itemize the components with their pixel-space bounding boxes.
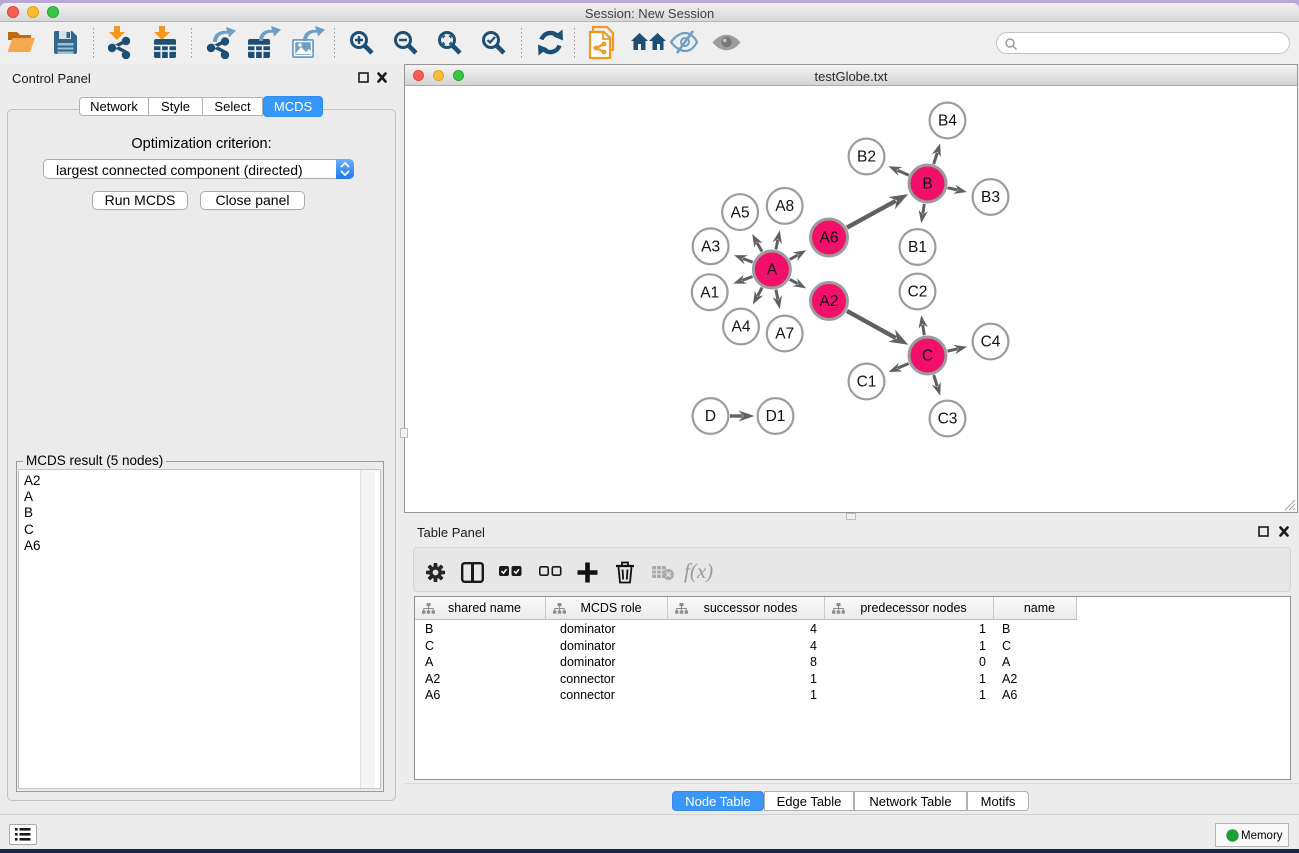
svg-text:B1: B1 [908, 239, 927, 256]
svg-text:A5: A5 [731, 204, 750, 221]
svg-text:C2: C2 [908, 284, 928, 301]
svg-text:B4: B4 [938, 113, 957, 130]
svg-text:C4: C4 [981, 334, 1001, 351]
svg-text:A: A [767, 262, 778, 279]
svg-text:A4: A4 [732, 319, 751, 336]
svg-text:A8: A8 [775, 198, 794, 215]
svg-text:A2: A2 [820, 293, 839, 310]
svg-text:C: C [922, 348, 933, 365]
svg-text:D1: D1 [766, 408, 786, 425]
svg-text:B3: B3 [981, 189, 1000, 206]
svg-text:A6: A6 [820, 230, 839, 247]
svg-text:A3: A3 [701, 239, 720, 256]
svg-text:C3: C3 [938, 411, 958, 428]
svg-text:A7: A7 [775, 326, 794, 343]
svg-text:D: D [705, 408, 716, 425]
svg-text:A1: A1 [700, 284, 719, 301]
svg-text:B2: B2 [857, 149, 876, 166]
svg-text:C1: C1 [857, 374, 877, 391]
svg-text:B: B [922, 176, 932, 193]
